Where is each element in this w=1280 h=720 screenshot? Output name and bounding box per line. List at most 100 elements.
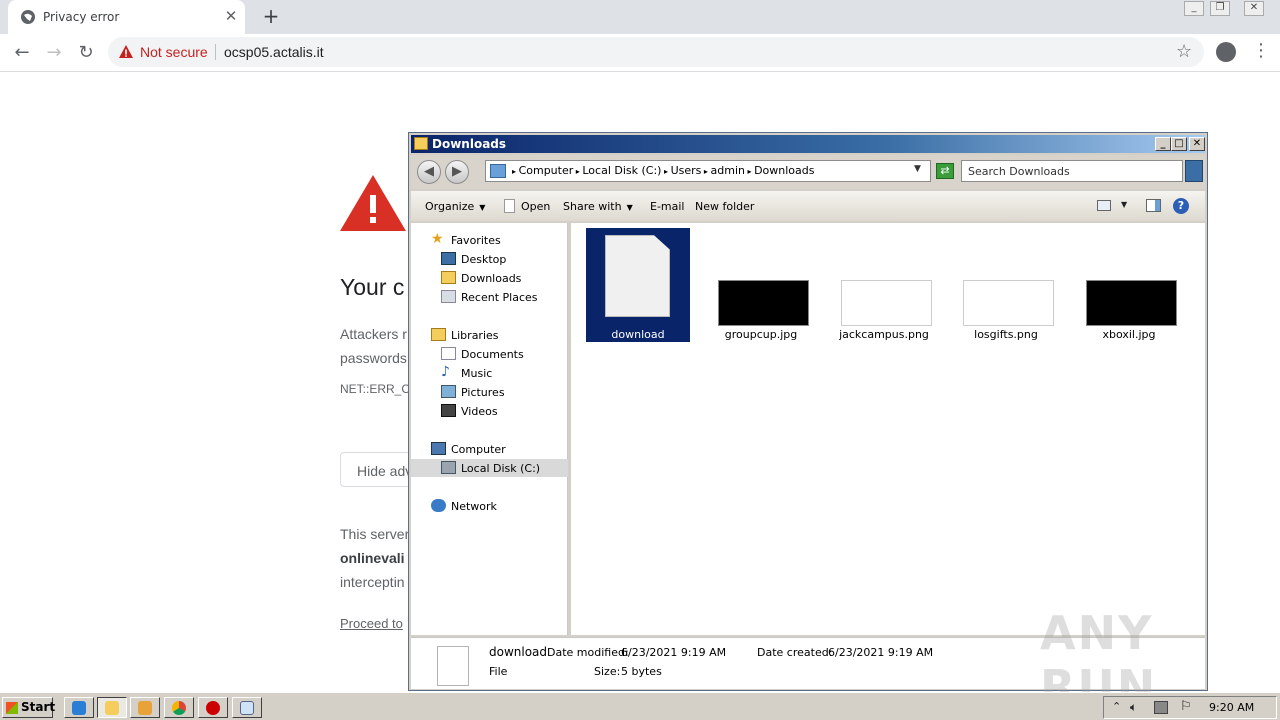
- internet-explorer-icon: [72, 701, 86, 715]
- nav-videos[interactable]: Videos: [411, 402, 568, 420]
- taskbar: Start ⌃ 🔈︎ ⚐ 9:20 AM: [0, 692, 1280, 720]
- reload-icon[interactable]: ↻: [74, 42, 98, 64]
- breadcrumb-computer[interactable]: Computer: [519, 164, 574, 177]
- taskbar-antivirus[interactable]: [198, 697, 228, 718]
- taskbar-chrome[interactable]: [164, 697, 194, 718]
- nav-libraries[interactable]: Libraries: [411, 326, 568, 344]
- forward-icon[interactable]: →: [42, 42, 66, 64]
- nav-computer[interactable]: Computer: [411, 440, 568, 458]
- nav-network[interactable]: Network: [411, 497, 568, 515]
- forward-icon[interactable]: ▶: [445, 160, 469, 184]
- nav-desktop[interactable]: Desktop: [411, 250, 568, 268]
- search-input[interactable]: Search Downloads: [961, 160, 1183, 182]
- bookmark-star-icon[interactable]: ☆: [1176, 41, 1192, 62]
- volume-icon[interactable]: 🔈︎: [1130, 700, 1137, 715]
- date-created-value: 6/23/2021 9:19 AM: [828, 646, 934, 659]
- maximize-button[interactable]: □: [1171, 137, 1187, 151]
- chevron-down-icon[interactable]: ▼: [1121, 200, 1127, 209]
- close-tab-icon[interactable]: ✕: [222, 7, 240, 25]
- browser-tab[interactable]: Privacy error ✕: [8, 0, 245, 34]
- size-label: Size:: [594, 665, 621, 678]
- breadcrumb-users[interactable]: Users: [671, 164, 702, 177]
- open-button[interactable]: Open: [521, 200, 550, 213]
- videos-icon: [441, 404, 456, 417]
- taskbar-ie[interactable]: [64, 697, 94, 718]
- help-icon[interactable]: ?: [1173, 198, 1189, 214]
- drive-icon: [441, 461, 456, 474]
- chevron-down-icon[interactable]: ▼: [914, 164, 921, 174]
- nav-documents[interactable]: Documents: [411, 345, 568, 363]
- share-with-button[interactable]: Share with ▼: [563, 200, 633, 213]
- show-hidden-icons[interactable]: ⌃: [1112, 700, 1121, 713]
- nav-pictures[interactable]: Pictures: [411, 383, 568, 401]
- error-line: Attackers r: [340, 326, 407, 342]
- error-line: passwords: [340, 350, 407, 366]
- breadcrumb-downloads[interactable]: Downloads: [754, 164, 814, 177]
- error-title: Your c: [340, 274, 405, 300]
- advanced-line: interceptin: [340, 574, 405, 590]
- search-icon[interactable]: [1185, 160, 1203, 182]
- file-item-xboxil[interactable]: xboxil.jpg: [1077, 228, 1181, 342]
- breadcrumb-admin[interactable]: admin: [711, 164, 745, 177]
- organize-button[interactable]: Organize ▼: [425, 200, 485, 213]
- breadcrumb-local-disk[interactable]: Local Disk (C:): [582, 164, 661, 177]
- nav-music[interactable]: ♪ Music: [411, 364, 568, 382]
- taskbar-notepad[interactable]: [232, 697, 262, 718]
- not-secure-label[interactable]: Not secure: [140, 44, 208, 60]
- file-name: download: [611, 328, 665, 341]
- start-button[interactable]: Start: [2, 697, 55, 718]
- file-item-download[interactable]: download: [586, 228, 690, 342]
- image-thumbnail: [963, 280, 1054, 326]
- nav-downloads[interactable]: Downloads: [411, 269, 568, 287]
- title-bar[interactable]: Downloads _ □ ✕: [411, 135, 1205, 153]
- new-folder-button[interactable]: New folder: [695, 200, 754, 213]
- url-text[interactable]: ocsp05.actalis.it: [224, 44, 324, 60]
- error-code: NET::ERR_Cl: [340, 382, 413, 396]
- file-icon: [605, 235, 670, 317]
- menu-icon[interactable]: ⋮: [1252, 42, 1270, 62]
- email-button[interactable]: E-mail: [650, 200, 685, 213]
- network-icon[interactable]: [1154, 701, 1168, 714]
- minimize-button[interactable]: _: [1155, 137, 1171, 151]
- advanced-text: This server onlinevali interceptin: [340, 522, 409, 594]
- nav-local-disk[interactable]: Local Disk (C:): [411, 459, 568, 477]
- refresh-icon[interactable]: ⇄: [936, 163, 954, 179]
- preview-pane-icon[interactable]: [1146, 199, 1161, 212]
- close-button[interactable]: ✕: [1189, 137, 1205, 151]
- breadcrumb: ▸ Computer ▸ Local Disk (C:) ▸ Users ▸ a…: [512, 164, 815, 177]
- taskbar-explorer[interactable]: [97, 697, 127, 718]
- music-icon: ♪: [441, 364, 450, 380]
- libraries-icon: [431, 328, 446, 341]
- view-icon[interactable]: [1097, 200, 1111, 211]
- taskbar-media-player[interactable]: [130, 697, 160, 718]
- advanced-line: onlinevali: [340, 550, 405, 566]
- nav-favorites[interactable]: ★ Favorites: [411, 231, 568, 249]
- new-tab-button[interactable]: +: [260, 5, 282, 27]
- address-bar[interactable]: ▸ Computer ▸ Local Disk (C:) ▸ Users ▸ a…: [485, 160, 931, 182]
- restore-button[interactable]: ❐: [1210, 1, 1230, 16]
- minimize-button[interactable]: _: [1184, 1, 1204, 16]
- recent-places-icon: [441, 290, 456, 303]
- flag-icon[interactable]: ⚐: [1180, 699, 1192, 714]
- command-bar: Organize ▼ Open Share with ▼ E-mail New fo…: [411, 191, 1205, 221]
- file-item-losgifts[interactable]: losgifts.png: [954, 228, 1058, 342]
- clock[interactable]: 9:20 AM: [1209, 701, 1254, 714]
- address-row: ◀ ▶ ▸ Computer ▸ Local Disk (C:) ▸ Users…: [411, 155, 1205, 189]
- system-tray: ⌃ 🔈︎ ⚐ 9:20 AM: [1103, 696, 1277, 719]
- file-item-groupcup[interactable]: groupcup.jpg: [709, 228, 813, 342]
- back-icon[interactable]: ◀: [417, 160, 441, 184]
- file-name: losgifts.png: [974, 328, 1038, 341]
- nav-recent-places[interactable]: Recent Places: [411, 288, 568, 306]
- stop-icon: [206, 701, 220, 715]
- address-bar[interactable]: Not secure ocsp05.actalis.it ☆: [108, 37, 1204, 67]
- image-thumbnail: [841, 280, 932, 326]
- image-thumbnail: [1086, 280, 1177, 326]
- document-icon: [504, 199, 515, 213]
- profile-icon[interactable]: [1216, 42, 1236, 62]
- browser-toolbar: ← → ↻ Not secure ocsp05.actalis.it ☆ ⋮: [0, 34, 1280, 72]
- proceed-link[interactable]: Proceed to: [340, 616, 403, 631]
- file-item-jackcampus[interactable]: jackcampus.png: [832, 228, 936, 342]
- file-name: groupcup.jpg: [724, 328, 798, 341]
- back-icon[interactable]: ←: [10, 42, 34, 64]
- close-window-button[interactable]: ✕: [1244, 1, 1264, 16]
